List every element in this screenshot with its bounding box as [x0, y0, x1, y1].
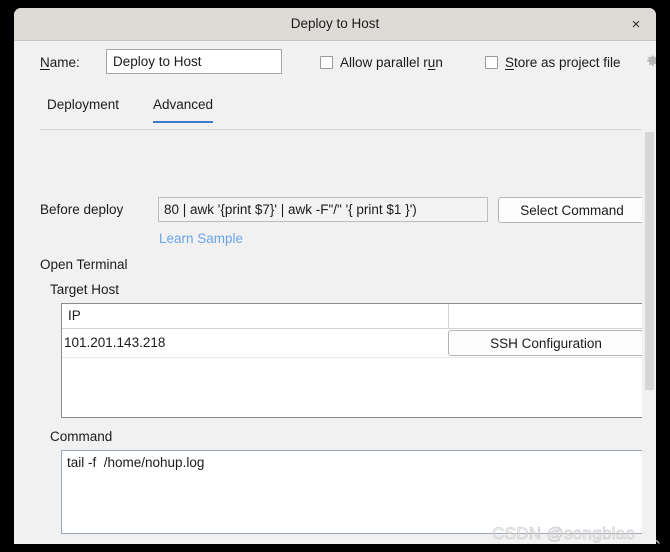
- name-label-mnemonic: N: [40, 55, 50, 70]
- target-host-label: Target Host: [50, 282, 120, 297]
- table-header-ip: IP: [68, 308, 81, 323]
- command-label: Command: [50, 429, 113, 444]
- select-command-button[interactable]: Select Command: [498, 197, 646, 223]
- tab-divider: [40, 129, 646, 130]
- close-icon[interactable]: ×: [626, 15, 646, 35]
- checkbox-box-store[interactable]: [485, 56, 498, 69]
- tab-deployment[interactable]: Deployment: [47, 97, 119, 121]
- before-deploy-input[interactable]: [158, 197, 488, 222]
- allow-parallel-run-checkbox[interactable]: Allow parallel run: [320, 55, 443, 70]
- tab-bar: Deployment Advanced: [14, 88, 656, 131]
- name-label-rest: ame:: [49, 55, 80, 70]
- checkbox-box-parallel[interactable]: [320, 56, 333, 69]
- target-host-table: IP 101.201.143.218 SSH Configuration: [61, 303, 647, 418]
- before-deploy-label: Before deploy: [40, 202, 124, 217]
- store-as-project-file-label: Store as project file: [505, 55, 621, 70]
- allow-parallel-run-label: Allow parallel run: [340, 55, 443, 70]
- dialog-titlebar: Deploy to Host ×: [14, 8, 656, 41]
- ssh-configuration-button[interactable]: SSH Configuration: [448, 330, 644, 356]
- store-as-project-file-checkbox[interactable]: Store as project file: [485, 55, 621, 70]
- deploy-to-host-dialog: Deploy to Host × Name: Allow parallel ru…: [14, 8, 656, 544]
- dialog-body: Name: Allow parallel run Store as projec…: [14, 41, 656, 544]
- name-label: Name:: [40, 55, 80, 70]
- table-row[interactable]: 101.201.143.218 SSH Configuration: [62, 329, 646, 358]
- name-row: Name: Allow parallel run Store as projec…: [14, 41, 656, 88]
- table-cell-ip: 101.201.143.218: [64, 335, 166, 350]
- vertical-scrollbar[interactable]: [642, 88, 656, 544]
- name-input[interactable]: [106, 49, 282, 74]
- table-header-row: IP: [62, 304, 646, 329]
- open-terminal-label: Open Terminal: [40, 257, 128, 272]
- scrollbar-thumb[interactable]: [645, 132, 654, 390]
- command-textarea[interactable]: tail -f /home/nohup.log: [61, 450, 647, 534]
- learn-sample-link[interactable]: Learn Sample: [159, 231, 243, 246]
- watermark-tick: 、: [655, 530, 669, 546]
- gear-icon[interactable]: [646, 55, 656, 69]
- dialog-title: Deploy to Host: [290, 16, 380, 31]
- tab-advanced[interactable]: Advanced: [153, 97, 214, 123]
- table-column-divider[interactable]: [448, 304, 449, 329]
